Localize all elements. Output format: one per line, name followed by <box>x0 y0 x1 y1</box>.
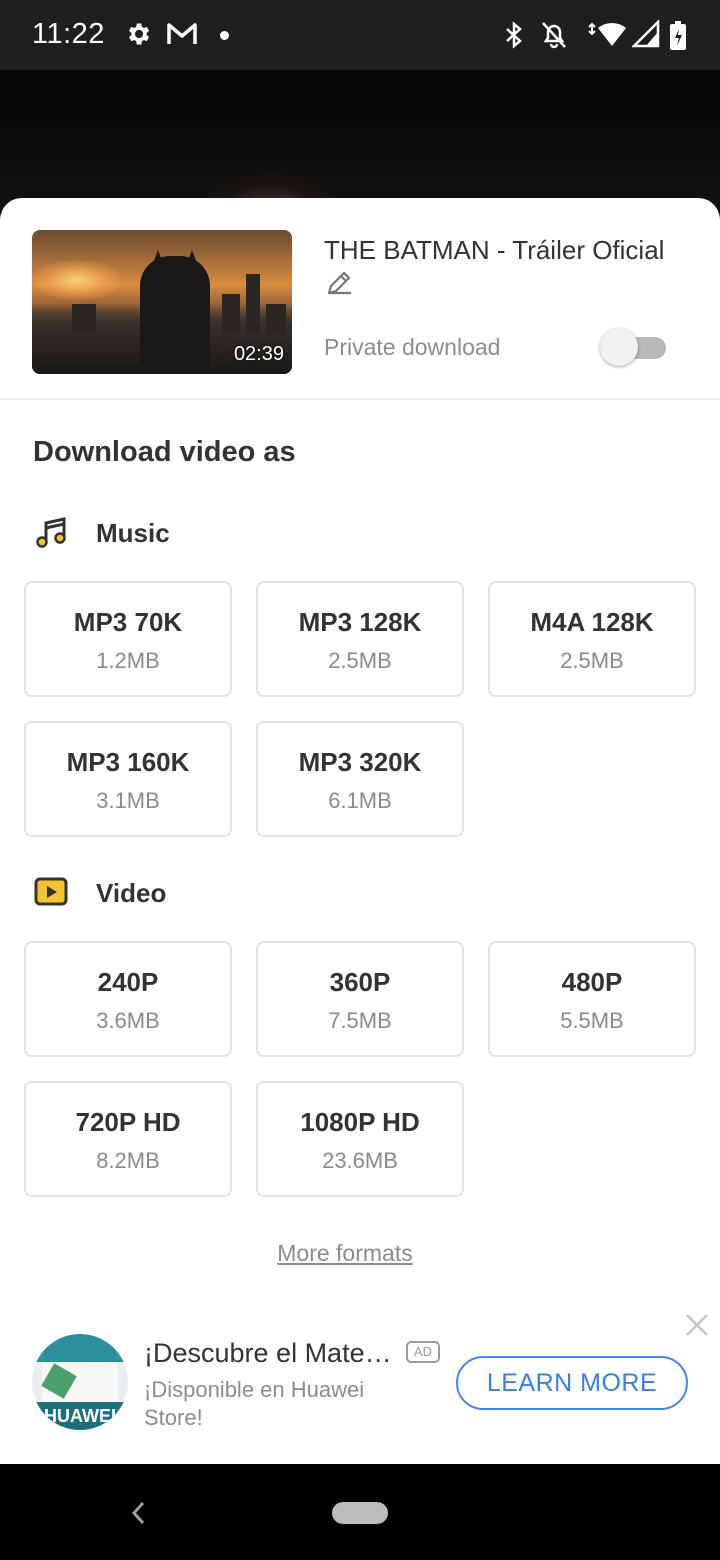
toggle-knob <box>600 328 638 366</box>
format-name: MP3 160K <box>66 747 190 777</box>
format-size: 1.2MB <box>96 648 160 673</box>
bluetooth-icon <box>502 20 526 55</box>
thumbnail-building <box>222 294 240 334</box>
format-size: 2.5MB <box>328 648 392 673</box>
format-option-mp3-320k[interactable]: MP3 320K 6.1MB <box>256 721 464 837</box>
ad-logo-top <box>32 1334 128 1362</box>
divider <box>0 398 720 400</box>
ad-logo-text: HUAWEI <box>32 1402 128 1430</box>
format-option-mp3-160k[interactable]: MP3 160K 3.1MB <box>24 721 232 837</box>
video-play-icon <box>34 876 68 908</box>
format-name: M4A 128K <box>530 607 654 637</box>
format-name: 360P <box>329 967 391 997</box>
format-size: 7.5MB <box>328 1008 392 1033</box>
close-icon[interactable] <box>684 1312 710 1338</box>
battery-icon <box>668 20 688 57</box>
download-sheet: 02:39 THE BATMAN - Tráiler Oficial Priva… <box>0 198 720 1464</box>
format-option-1080p-hd[interactable]: 1080P HD 23.6MB <box>256 1081 464 1197</box>
format-option-720p-hd[interactable]: 720P HD 8.2MB <box>24 1081 232 1197</box>
back-icon[interactable] <box>130 1500 148 1531</box>
format-name: 480P <box>561 967 623 997</box>
notification-dot <box>220 31 229 40</box>
format-name: 240P <box>97 967 159 997</box>
home-button[interactable] <box>332 1502 388 1524</box>
gmail-icon <box>166 20 198 53</box>
format-option-480p[interactable]: 480P 5.5MB <box>488 941 696 1057</box>
format-size: 5.5MB <box>560 1008 624 1033</box>
ad-badge: AD <box>406 1341 440 1363</box>
ad-title[interactable]: ¡Descubre el Mate… <box>144 1338 392 1369</box>
format-size: 6.1MB <box>328 788 392 813</box>
thumbnail-sun <box>32 260 122 300</box>
thumbnail-building <box>246 274 260 334</box>
format-option-360p[interactable]: 360P 7.5MB <box>256 941 464 1057</box>
bell-off-icon <box>540 20 568 55</box>
format-name: 720P HD <box>75 1107 181 1137</box>
ad-subtitle: ¡Disponible en Huawei Store! <box>144 1377 365 1430</box>
format-size: 2.5MB <box>560 648 624 673</box>
video-category-label: Video <box>96 878 167 908</box>
format-size: 23.6MB <box>322 1148 398 1173</box>
gear-icon <box>124 20 152 53</box>
format-name: 1080P HD <box>300 1107 420 1137</box>
format-size: 3.1MB <box>96 788 160 813</box>
video-player[interactable] <box>0 70 720 210</box>
private-download-toggle[interactable] <box>600 328 666 366</box>
status-time: 11:22 <box>32 18 105 50</box>
more-formats-link[interactable]: More formats <box>0 1240 690 1267</box>
format-option-mp3-70k[interactable]: MP3 70K 1.2MB <box>24 581 232 697</box>
signal-icon <box>630 18 660 55</box>
format-name: MP3 320K <box>298 747 422 777</box>
learn-more-button[interactable]: LEARN MORE <box>456 1356 688 1410</box>
format-name: MP3 70K <box>73 607 183 637</box>
download-heading: Download video as <box>33 436 296 468</box>
music-category-label: Music <box>96 518 170 548</box>
video-title: THE BATMAN - Tráiler Oficial <box>324 235 665 265</box>
pencil-icon[interactable] <box>324 268 354 303</box>
ad-logo[interactable]: HUAWEI <box>32 1334 128 1430</box>
format-name: MP3 128K <box>298 607 422 637</box>
video-thumbnail: 02:39 <box>32 230 292 374</box>
thumbnail-building <box>266 304 286 334</box>
wifi-icon <box>584 20 628 55</box>
private-download-label: Private download <box>324 334 501 360</box>
music-note-icon <box>34 516 68 550</box>
status-bar: 11:22 <box>0 0 720 70</box>
navigation-bar <box>0 1464 720 1560</box>
thumbnail-figure <box>140 256 210 374</box>
video-frame <box>0 120 720 210</box>
format-option-240p[interactable]: 240P 3.6MB <box>24 941 232 1057</box>
format-option-m4a-128k[interactable]: M4A 128K 2.5MB <box>488 581 696 697</box>
video-duration: 02:39 <box>233 343 284 365</box>
format-size: 8.2MB <box>96 1148 160 1173</box>
thumbnail-building <box>72 304 96 334</box>
format-option-mp3-128k[interactable]: MP3 128K 2.5MB <box>256 581 464 697</box>
format-size: 3.6MB <box>96 1008 160 1033</box>
